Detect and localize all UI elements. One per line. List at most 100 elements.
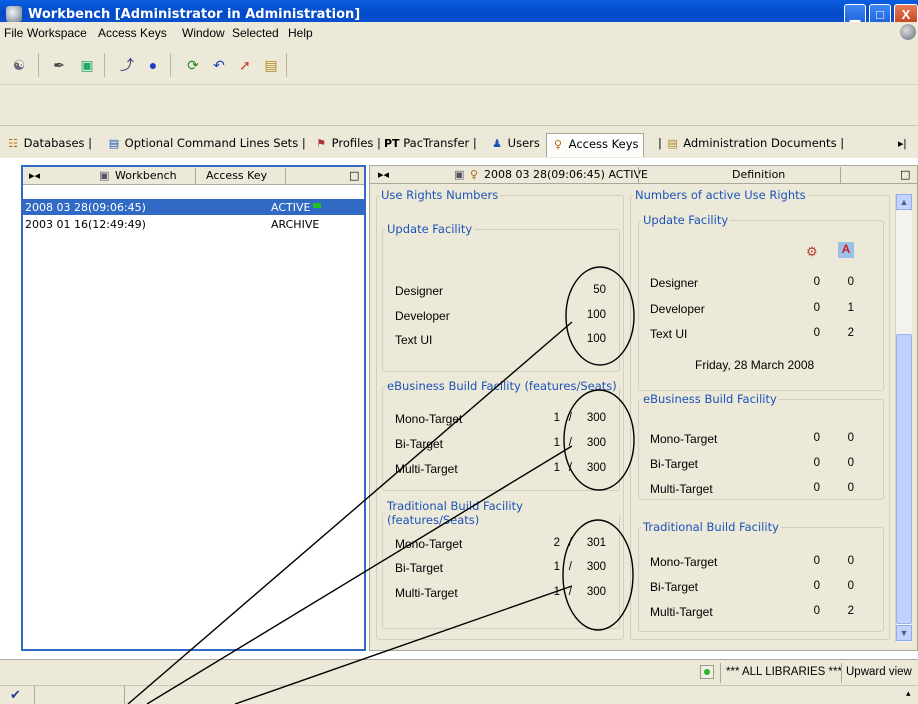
mono-target-features: 2	[553, 537, 560, 549]
edit-icon[interactable]: ✒	[50, 56, 68, 74]
profiles-icon: ⚑	[316, 137, 326, 150]
pactransfer-icon: PT	[384, 137, 400, 150]
tab-label: Users	[507, 136, 540, 150]
expand-icon[interactable]: ▴	[906, 688, 911, 699]
multi-target-active-count-2: 0	[847, 482, 854, 494]
column-separator	[840, 167, 841, 183]
app-icon	[6, 6, 22, 22]
group-legend: eBusiness Build Facility	[643, 392, 777, 406]
active-indicator-icon	[313, 203, 321, 208]
list-item[interactable]: 2003 01 16(12:49:49) ARCHIVE	[23, 216, 364, 232]
panel-nav-icon[interactable]: ▸◂	[29, 169, 40, 182]
undo-icon[interactable]: ↶	[210, 56, 228, 74]
scroll-down-button[interactable]: ▼	[896, 625, 912, 641]
arrow-icon[interactable]: ⤴	[118, 56, 136, 74]
tab-scroll-right-button[interactable]: ▸|	[898, 137, 906, 150]
maximize-panel-icon[interactable]: □	[900, 168, 910, 181]
check-icon: ✔	[10, 687, 21, 702]
menu-window[interactable]: Window	[182, 26, 225, 40]
tab-administration-documents[interactable]: | ▤ Administration Documents |	[656, 136, 844, 156]
scroll-up-button[interactable]: ▲	[896, 194, 912, 210]
text-ui-active-count: 0	[813, 327, 820, 339]
tab-users[interactable]: ♟ Users	[488, 136, 540, 156]
tab-label: Databases	[23, 136, 85, 150]
multi-target-features: 1	[553, 462, 560, 474]
group-legend: Update Facility	[643, 213, 729, 227]
databases-icon: ☷	[8, 137, 18, 150]
mono-target-label: Mono-Target	[650, 432, 718, 446]
access-key-icon: ♀	[470, 168, 479, 181]
slash-separator: /	[568, 537, 572, 549]
multi-target-seats: 300	[586, 462, 606, 474]
access-key-definition-panel: ▸◂ ▣ ♀ 2008 03 28(09:06:45) ACTIVE Defin…	[369, 165, 918, 651]
developer-active-count: 0	[813, 302, 820, 314]
tab-strip: ☷ Databases | ▤ Optional Command Lines S…	[0, 126, 918, 158]
group-legend: Update Facility	[387, 222, 473, 236]
multi-target-active-count: 0	[813, 482, 820, 494]
menu-access-keys[interactable]: Access Keys	[98, 26, 167, 40]
mono-target-label: Mono-Target	[395, 412, 463, 426]
text-ui-count: 100	[586, 333, 606, 345]
panel-nav-icon[interactable]: ▸◂	[378, 168, 389, 181]
current-date: Friday, 28 March 2008	[695, 358, 815, 372]
tab-databases[interactable]: ☷ Databases |	[4, 136, 92, 156]
tab-access-keys[interactable]: ♀ Access Keys	[546, 133, 644, 157]
document-icon[interactable]: ▤	[262, 56, 280, 74]
status-separator	[841, 663, 842, 683]
toolbar-separator	[170, 53, 176, 77]
group-legend: Traditional Build Facility	[643, 520, 779, 534]
tab-label: Access Keys	[568, 137, 639, 151]
designer-count: 50	[593, 284, 606, 296]
mono-target-seats: 301	[586, 537, 606, 549]
scrollbar-thumb[interactable]	[896, 334, 912, 624]
slash-separator: /	[568, 586, 572, 598]
column-separator	[638, 167, 639, 183]
slash-separator: /	[568, 437, 572, 449]
text-ui-label: Text UI	[650, 327, 688, 341]
bi-target-active-count: 0	[813, 580, 820, 592]
slash-separator: /	[568, 462, 572, 474]
column-definition[interactable]: Definition	[732, 168, 785, 181]
column-access-key[interactable]: Access Key	[206, 169, 267, 182]
view-mode[interactable]: Upward view	[846, 666, 912, 678]
library-icon	[700, 665, 714, 679]
menu-help[interactable]: Help	[288, 26, 313, 40]
document-icon: ▤	[667, 137, 678, 150]
tab-pactransfer[interactable]: PT PacTransfer |	[382, 136, 477, 156]
access-key-status: ACTIVE	[271, 201, 311, 214]
users-icon[interactable]: ☯	[10, 56, 28, 74]
multi-target-label: Multi-Target	[650, 482, 713, 496]
multi-target-label: Multi-Target	[395, 586, 458, 600]
menu-file[interactable]: File	[4, 26, 23, 40]
group-legend: eBusiness Build Facility (features/Seats…	[387, 379, 617, 393]
secondary-status-bar: ✔ ▴	[0, 685, 918, 704]
globe-icon[interactable]: ●	[144, 56, 162, 74]
access-key-date: 2008 03 28(09:06:45)	[25, 201, 146, 214]
list-item[interactable]: 2008 03 28(09:06:45) ACTIVE	[23, 199, 364, 215]
vertical-scrollbar[interactable]: ▲ ▼	[895, 194, 912, 642]
access-key-icon: ♀	[553, 138, 563, 151]
developer-label: Developer	[395, 309, 450, 323]
mono-target-active-count-2: 0	[847, 555, 854, 567]
maximize-panel-icon[interactable]: □	[349, 169, 359, 182]
designer-active-count-2: 0	[847, 276, 854, 288]
refresh-icon[interactable]: ⟳	[184, 56, 202, 74]
status-separator	[720, 663, 721, 683]
toolbar-separator	[286, 53, 292, 77]
menu-selected[interactable]: Selected	[232, 26, 279, 40]
bi-target-seats: 300	[586, 437, 606, 449]
library-scope[interactable]: *** ALL LIBRARIES ***	[726, 666, 842, 678]
tab-optional-command-lines-sets[interactable]: ▤ Optional Command Lines Sets |	[105, 136, 306, 156]
redo-icon[interactable]: ➚	[236, 56, 254, 74]
window-title: Workbench [Administrator in Administrati…	[28, 7, 361, 22]
bi-target-label: Bi-Target	[650, 580, 699, 594]
access-key-date: 2003 01 16(12:49:49)	[25, 218, 146, 231]
tab-profiles[interactable]: ⚑ Profiles |	[312, 136, 381, 156]
bi-target-seats: 300	[586, 561, 606, 573]
access-key-status: ARCHIVE	[271, 218, 320, 231]
menu-workspace[interactable]: Workspace	[27, 26, 87, 40]
column-workbench[interactable]: Workbench	[115, 169, 177, 182]
bi-target-label: Bi-Target	[395, 437, 444, 451]
database-icon[interactable]: ▣	[78, 56, 96, 74]
designer-label: Designer	[650, 276, 699, 290]
